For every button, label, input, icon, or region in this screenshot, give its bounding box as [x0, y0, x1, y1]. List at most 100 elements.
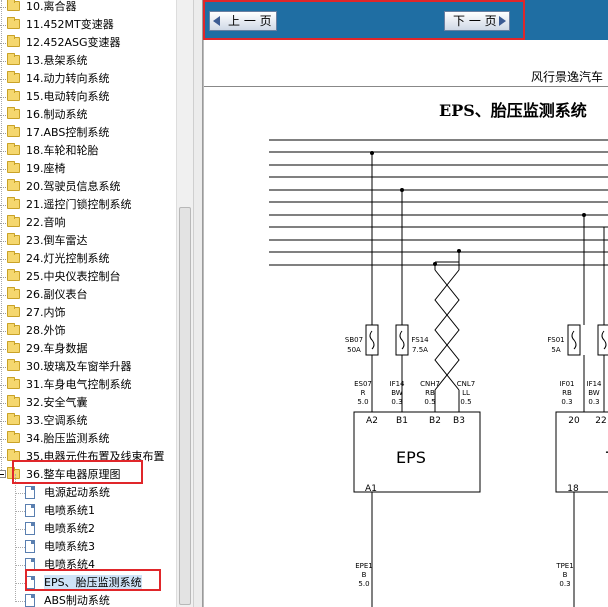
tree-folder[interactable]: 29.车身数据: [0, 340, 176, 358]
tree-connector: [0, 88, 6, 98]
folder-label: 17.ABS控制系统: [26, 126, 110, 139]
twisted-pair: [434, 269, 460, 391]
collapse-icon[interactable]: [0, 470, 6, 478]
tree-item[interactable]: 电喷系统1: [0, 502, 176, 520]
tree-folder[interactable]: 11.452MT变速器: [0, 16, 176, 34]
tree-connector: [15, 493, 25, 494]
folder-icon: [7, 125, 20, 137]
tree-folder[interactable]: 14.动力转向系统: [0, 70, 176, 88]
highlight-box: [203, 0, 525, 40]
tree-folder[interactable]: 27.内饰: [0, 304, 176, 322]
tree-connector: [0, 232, 6, 242]
document-icon: [25, 504, 35, 517]
pin-label: B2: [429, 416, 441, 426]
tree-connector: [0, 124, 6, 134]
tree-folder[interactable]: 26.副仪表台: [0, 286, 176, 304]
tree-folder[interactable]: 17.ABS控制系统: [0, 124, 176, 142]
wire-color: B: [362, 571, 367, 579]
scrollbar-thumb[interactable]: [179, 207, 191, 605]
folder-icon: [7, 35, 20, 47]
tree-scrollbar[interactable]: [176, 0, 193, 607]
wire-id: CNL7: [457, 380, 475, 388]
pin-label: A2: [366, 416, 378, 426]
tree-folder[interactable]: 33.空调系统: [0, 412, 176, 430]
wire-color: B: [563, 571, 568, 579]
folder-label: 24.灯光控制系统: [26, 252, 110, 265]
tree-connector: [0, 142, 6, 152]
tree-connector: [0, 250, 6, 260]
folder-label: 33.空调系统: [26, 414, 88, 427]
tree-folder[interactable]: 16.制动系统: [0, 106, 176, 124]
tree-item[interactable]: 电源起动系统: [0, 484, 176, 502]
tree-item[interactable]: 电喷系统3: [0, 538, 176, 556]
tree-connector: [0, 394, 6, 404]
tree-connector: [15, 511, 25, 512]
tree-connector: [0, 412, 6, 422]
highlight-box: [25, 569, 161, 591]
tree-connector: [0, 70, 6, 80]
item-label: 电喷系统1: [44, 504, 95, 517]
tree-connector: [0, 16, 6, 26]
folder-label: 15.电动转向系统: [26, 90, 110, 103]
tree-folder[interactable]: 12.452ASG变速器: [0, 34, 176, 52]
folder-icon: [7, 53, 20, 65]
item-label: ABS制动系统: [44, 594, 110, 607]
wire-color: R: [361, 389, 366, 397]
navigation-tree: 10.离合器 11.452MT变速器 12.452ASG变速器 13.悬架系统 14.动…: [0, 0, 176, 607]
folder-icon: [7, 323, 20, 335]
pin-label: A1: [365, 484, 377, 494]
tree-connector: [0, 376, 6, 386]
tree-folder[interactable]: 23.倒车雷达: [0, 232, 176, 250]
folder-label: 13.悬架系统: [26, 54, 88, 67]
tree-folder[interactable]: 19.座椅: [0, 160, 176, 178]
wire-gauge: 0.3: [588, 398, 599, 406]
folder-icon: [7, 89, 20, 101]
folder-label: 20.驾驶员信息系统: [26, 180, 121, 193]
tree-folder[interactable]: 21.遥控门锁控制系统: [0, 196, 176, 214]
tree-item[interactable]: ABS制动系统: [0, 592, 176, 607]
tree-folder[interactable]: 28.外饰: [0, 322, 176, 340]
wire-id: ES07: [354, 380, 372, 388]
folder-icon: [7, 341, 20, 353]
folder-label: 11.452MT变速器: [26, 18, 114, 31]
folder-icon: [7, 233, 20, 245]
tree-connector: [0, 160, 6, 170]
wire-gauge: 0.3: [559, 580, 570, 588]
tree-item[interactable]: 电喷系统2: [0, 520, 176, 538]
pin-label: 20: [568, 416, 580, 426]
tree-folder[interactable]: 20.驾驶员信息系统: [0, 178, 176, 196]
pin-label: B1: [396, 416, 408, 426]
tree-connector: [0, 430, 6, 440]
tree-connector: [0, 214, 6, 224]
tree-connector: [0, 52, 6, 62]
tree-folder[interactable]: 24.灯光控制系统: [0, 250, 176, 268]
wire-color: RB: [562, 389, 572, 397]
wire-id: IF01: [560, 380, 575, 388]
wiring-diagram: SB0750AFS147.5AFS015AES07R5.0IF14BW0.3CN…: [269, 139, 608, 607]
tree-connector: [0, 106, 6, 116]
folder-label: 21.遥控门锁控制系统: [26, 198, 132, 211]
wire-gauge: 0.5: [424, 398, 435, 406]
folder-label: 16.制动系统: [26, 108, 88, 121]
tree-folder[interactable]: 10.离合器: [0, 0, 176, 16]
document-icon: [25, 540, 35, 553]
tree-folder[interactable]: 13.悬架系统: [0, 52, 176, 70]
tree-folder[interactable]: 18.车轮和轮胎: [0, 142, 176, 160]
tree-folder[interactable]: 31.车身电气控制系统: [0, 376, 176, 394]
pin-label: 18: [567, 484, 579, 494]
folder-icon: [7, 197, 20, 209]
tree-folder[interactable]: 34.胎压监测系统: [0, 430, 176, 448]
folder-label: 28.外饰: [26, 324, 66, 337]
tree-folder[interactable]: 32.安全气囊: [0, 394, 176, 412]
tree-folder[interactable]: 15.电动转向系统: [0, 88, 176, 106]
tree-folder[interactable]: 25.中央仪表控制台: [0, 268, 176, 286]
folder-label: 29.车身数据: [26, 342, 88, 355]
tree-folder[interactable]: 22.音响: [0, 214, 176, 232]
folder-label: 10.离合器: [26, 0, 77, 13]
tree-folder[interactable]: 30.玻璃及车窗举升器: [0, 358, 176, 376]
tree-connector: [0, 448, 6, 458]
document-viewer: 上 一 页 下 一 页 风行景逸汽车 EPS、胎压监测系统 SB07 50A FS1…: [203, 0, 608, 607]
fuse-rating: 5A: [551, 346, 560, 354]
pin-label: B3: [453, 416, 465, 426]
pane-splitter[interactable]: [193, 0, 203, 607]
